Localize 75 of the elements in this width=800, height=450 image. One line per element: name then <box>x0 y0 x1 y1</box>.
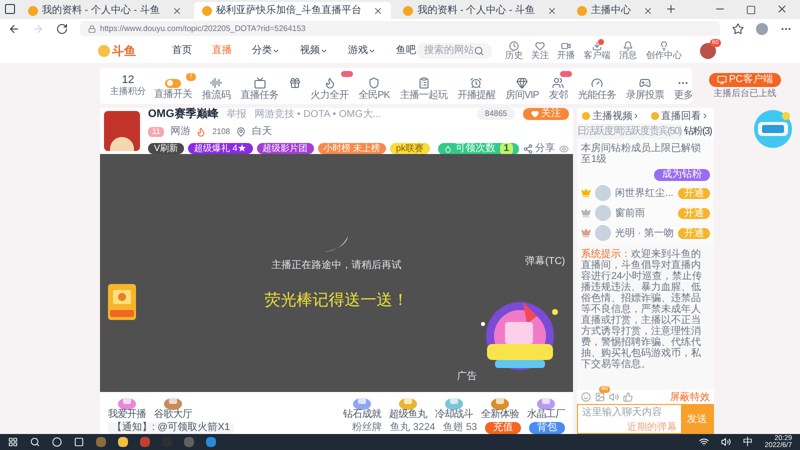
nav-link[interactable]: 视频 <box>300 43 328 58</box>
system-notice: 系统提示：欢迎来到斗鱼的直播间，斗鱼倡导对直播内容进行24小时巡查，禁止传播违规违法、暴力血腥、低俗色情、招嫖诈骗、违禁品等不良信息，严禁未成年人直播或打赏，主播以不正当方式诱导打赏，注意理性消费，警惕招聘诈骗、代练代抽、购买礼包码游戏币，私下交易等信息。 <box>581 249 704 370</box>
room-tag[interactable]: pk联赛 <box>390 143 430 154</box>
category-path: 网游竞技 • DOTA • OMG大... <box>254 108 382 122</box>
fan-name: 窗前雨 <box>615 206 646 220</box>
gift-item[interactable]: 超级鱼丸 <box>389 396 428 420</box>
offline-notice: 主播正在路途中，请稍后再试 <box>272 258 402 272</box>
ad-label: 广告 <box>457 370 478 384</box>
room-tag[interactable]: V刷新 <box>148 143 184 154</box>
nav-link[interactable]: 直播 <box>212 43 232 58</box>
fan-name: 光明 · 第一吻 <box>615 226 674 240</box>
report-link[interactable]: 举报 <box>226 106 246 122</box>
header-action[interactable]: 开播 <box>556 40 576 60</box>
fan-name: 闲世界红尘... <box>615 186 674 200</box>
fan-badge-link[interactable]: 粉丝牌 <box>352 422 382 434</box>
toolbar-item[interactable]: 推流码 <box>202 71 234 101</box>
room-tag[interactable]: 超级爆礼 4★ <box>188 143 253 154</box>
toolbar-item[interactable]: 光能任务 <box>578 71 620 101</box>
toolbar-item[interactable]: 房间VIP <box>505 71 543 101</box>
rank-tab[interactable]: 钻粉(3) <box>682 124 714 139</box>
heat-count: 2108 <box>212 126 230 138</box>
backpack-button[interactable]: 背包 <box>529 422 566 434</box>
notice-text: 【通知】: @可领取火箭X1 <box>108 422 234 434</box>
location-text: 白天 <box>252 125 272 140</box>
video-player[interactable]: 主播正在路途中，请稍后再试 荧光棒记得送一送！ 弹幕(TC) 广告 <box>100 154 574 392</box>
header-action[interactable]: 历史 <box>504 40 524 60</box>
yuchi-balance: 鱼翅 53 <box>443 422 478 434</box>
toolbar-item[interactable]: 主播一起玩 <box>400 71 452 101</box>
toolbar-item[interactable]: 直播任务 <box>240 71 282 101</box>
gift-item[interactable]: 我爱开播 <box>108 396 146 420</box>
nav-link[interactable]: 鱼吧 <box>396 43 416 58</box>
follower-count: 84865 <box>476 108 516 120</box>
header-action[interactable]: 创作中心 <box>644 40 684 60</box>
claim-badge[interactable]: 可领次数 1 <box>438 142 520 155</box>
nav-link[interactable]: 游戏 <box>348 43 376 58</box>
header-action[interactable]: 消息 <box>618 40 638 60</box>
address-bar[interactable]: https://www.douyu.com/topic/202205_DOTA?rid=5264153 <box>80 21 720 36</box>
pc-client-button[interactable]: PC客户端 <box>708 73 781 87</box>
panel-link[interactable]: 直播回看 <box>650 108 709 124</box>
gift-item[interactable]: 谷歌大厅 <box>154 396 192 420</box>
score-label: 主播积分 <box>110 86 146 96</box>
gift-item[interactable]: 钻石成就 <box>343 396 382 420</box>
pc-client-note: 主播后台已上线 <box>713 90 776 98</box>
toolbar-item[interactable]: 录屏投票 <box>626 71 668 101</box>
claim-count: 1 <box>500 142 514 155</box>
glowstick-slogan: 荧光棒记得送一送！ <box>264 290 409 310</box>
room-type: 网游 <box>170 125 190 140</box>
ime-indicator[interactable]: 中 <box>742 434 753 450</box>
toolbar-item[interactable]: 全民PK <box>358 71 394 101</box>
toolbar-item[interactable]: 友邻 <box>548 71 572 101</box>
toolbar-item[interactable]: 火力全开 <box>310 71 352 101</box>
become-fan-button[interactable]: 成为钻粉 <box>654 169 710 181</box>
share-link[interactable]: 分享 <box>523 141 556 156</box>
gift-item[interactable]: 水晶工厂 <box>527 396 566 420</box>
gift-item[interactable]: 全新体验 <box>481 396 520 420</box>
score-value: 12 <box>122 75 134 86</box>
nav-link[interactable]: 分类 <box>252 43 280 58</box>
header-action[interactable]: 关注 <box>530 40 550 60</box>
yuwan-balance: 鱼丸 3224 <box>390 422 436 434</box>
toolbar-item[interactable]: 更多 <box>674 71 697 101</box>
header-action[interactable]: 客户端 <box>582 40 612 60</box>
block-effects-toggle[interactable]: 屏蔽特效 <box>670 390 710 404</box>
stream-title: OMG赛季巅峰 <box>148 106 218 122</box>
chat-input[interactable]: 这里输入聊天内容 <box>582 405 678 420</box>
browser-tab[interactable]: 秘利亚萨快乐加倍_斗鱼直播平台 <box>194 2 392 19</box>
toolbar-item[interactable]: 开播提醒 <box>457 71 500 101</box>
nav-link[interactable]: 首页 <box>172 43 192 58</box>
logo[interactable]: 斗鱼 <box>98 42 136 60</box>
panel-link[interactable]: 主播视频 <box>582 108 640 124</box>
danmaku-label: 弹幕(TC) <box>525 254 566 269</box>
level-badge: 11 <box>148 126 164 137</box>
gift-item[interactable]: 冷却战斗 <box>435 396 474 420</box>
recharge-button[interactable]: 充值 <box>485 422 522 434</box>
fan-limit-note: 本房间钻粉成员上限已解锁至1级 <box>581 143 702 165</box>
room-tag[interactable]: 超级影片团 <box>256 143 314 154</box>
